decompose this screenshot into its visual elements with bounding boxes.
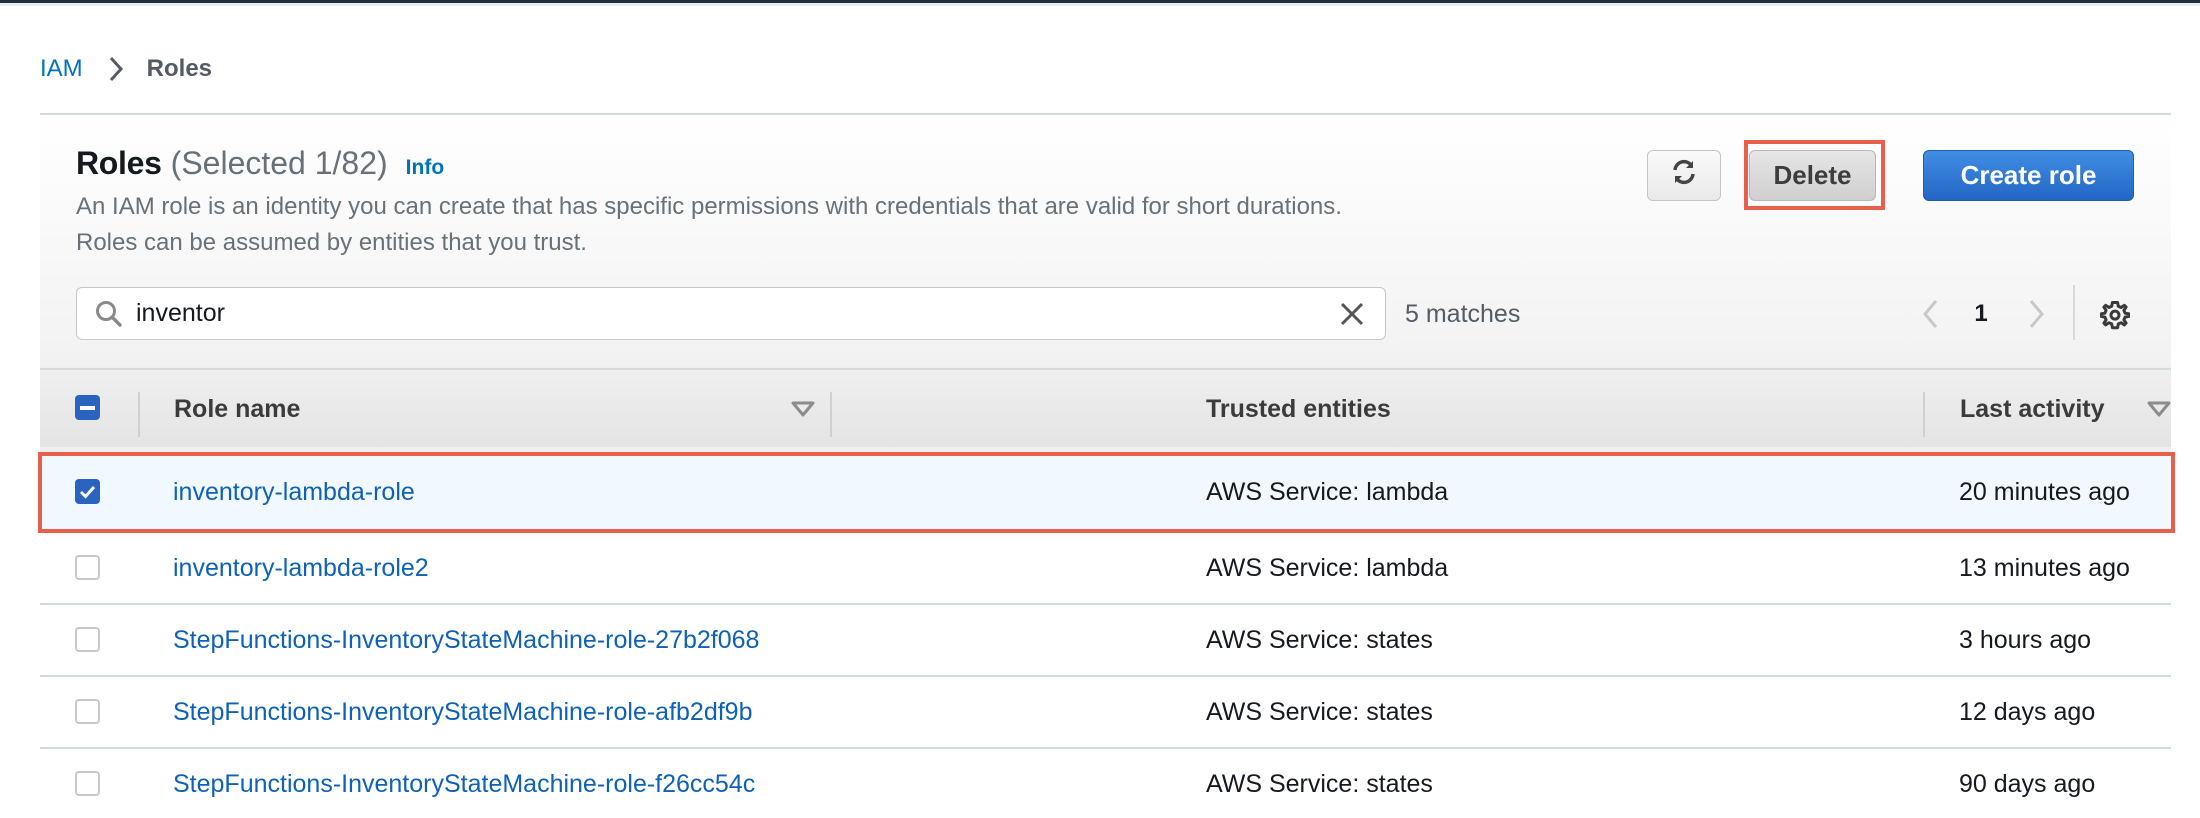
page-title: Roles (Selected 1/82) Info xyxy=(76,145,444,182)
search-input[interactable] xyxy=(136,293,1335,334)
row-checkbox[interactable] xyxy=(75,479,100,504)
chevron-right-icon xyxy=(2029,300,2044,328)
top-strip xyxy=(0,3,2200,6)
pager-divider xyxy=(2073,285,2075,340)
last-activity: 12 days ago xyxy=(1959,698,2096,726)
roles-title: Roles xyxy=(76,145,162,181)
row-checkbox[interactable] xyxy=(75,627,100,652)
role-name-link[interactable]: StepFunctions-InventoryStateMachine-role… xyxy=(173,698,753,727)
role-name-link[interactable]: inventory-lambda-role xyxy=(173,478,415,507)
search-field[interactable] xyxy=(76,287,1386,340)
next-page-button[interactable] xyxy=(2022,296,2052,332)
match-count: 5 matches xyxy=(1405,300,1521,328)
table-row[interactable]: StepFunctions-InventoryStateMachine-role… xyxy=(40,605,2171,677)
table-header: Role name Trusted entities Last activity xyxy=(40,368,2171,447)
breadcrumb-current: Roles xyxy=(146,55,213,82)
sort-down-icon[interactable] xyxy=(790,398,816,422)
search-icon xyxy=(92,297,126,331)
breadcrumb: IAM Roles xyxy=(40,52,212,86)
sort-down-icon[interactable] xyxy=(2146,398,2172,422)
column-divider xyxy=(138,392,140,437)
column-header-role-name[interactable]: Role name xyxy=(174,395,300,424)
roles-panel: Roles (Selected 1/82) Info An IAM role i… xyxy=(38,115,2175,818)
gear-icon[interactable] xyxy=(2097,297,2133,333)
role-name-link[interactable]: StepFunctions-InventoryStateMachine-role… xyxy=(173,770,755,799)
trusted-entity: AWS Service: states xyxy=(1206,770,1433,798)
trusted-entity: AWS Service: lambda xyxy=(1206,478,1449,506)
selected-count: (Selected 1/82) xyxy=(170,145,388,181)
select-all-checkbox[interactable] xyxy=(75,395,100,420)
create-role-button[interactable]: Create role xyxy=(1923,150,2134,201)
trusted-entity: AWS Service: states xyxy=(1206,698,1433,726)
chevron-right-icon xyxy=(99,52,133,86)
previous-page-button[interactable] xyxy=(1915,296,1945,332)
role-name-link[interactable]: inventory-lambda-role2 xyxy=(173,554,429,583)
column-header-last-activity[interactable]: Last activity xyxy=(1960,395,2105,424)
row-checkbox[interactable] xyxy=(75,699,100,724)
table-row[interactable]: inventory-lambda-role2 AWS Service: lamb… xyxy=(40,533,2171,605)
last-activity: 90 days ago xyxy=(1959,770,2096,798)
description-line-2: Roles can be assumed by entities that yo… xyxy=(76,229,587,256)
row-checkbox[interactable] xyxy=(75,771,100,796)
last-activity: 3 hours ago xyxy=(1959,626,2092,654)
role-name-link[interactable]: StepFunctions-InventoryStateMachine-role… xyxy=(173,626,759,655)
last-activity: 20 minutes ago xyxy=(1959,478,2130,506)
column-divider xyxy=(1923,392,1925,437)
current-page[interactable]: 1 xyxy=(1966,296,1996,332)
table-row[interactable]: inventory-lambda-role AWS Service: lambd… xyxy=(40,452,2171,533)
last-activity: 13 minutes ago xyxy=(1959,554,2130,582)
chevron-left-icon xyxy=(1923,300,1938,328)
table-row[interactable]: StepFunctions-InventoryStateMachine-role… xyxy=(40,749,2171,818)
trusted-entity: AWS Service: lambda xyxy=(1206,554,1449,582)
description-line-1: An IAM role is an identity you can creat… xyxy=(76,193,1342,220)
refresh-button[interactable] xyxy=(1647,150,1721,201)
column-header-trusted-entities[interactable]: Trusted entities xyxy=(1206,395,1391,424)
delete-button[interactable]: Delete xyxy=(1749,150,1876,201)
breadcrumb-iam-link[interactable]: IAM xyxy=(40,55,83,83)
table-row[interactable]: StepFunctions-InventoryStateMachine-role… xyxy=(40,677,2171,749)
trusted-entity: AWS Service: states xyxy=(1206,626,1433,654)
close-icon[interactable] xyxy=(1335,297,1369,331)
row-checkbox[interactable] xyxy=(75,555,100,580)
refresh-icon xyxy=(1669,157,1699,194)
info-link[interactable]: Info xyxy=(406,156,444,180)
column-divider xyxy=(830,392,832,437)
